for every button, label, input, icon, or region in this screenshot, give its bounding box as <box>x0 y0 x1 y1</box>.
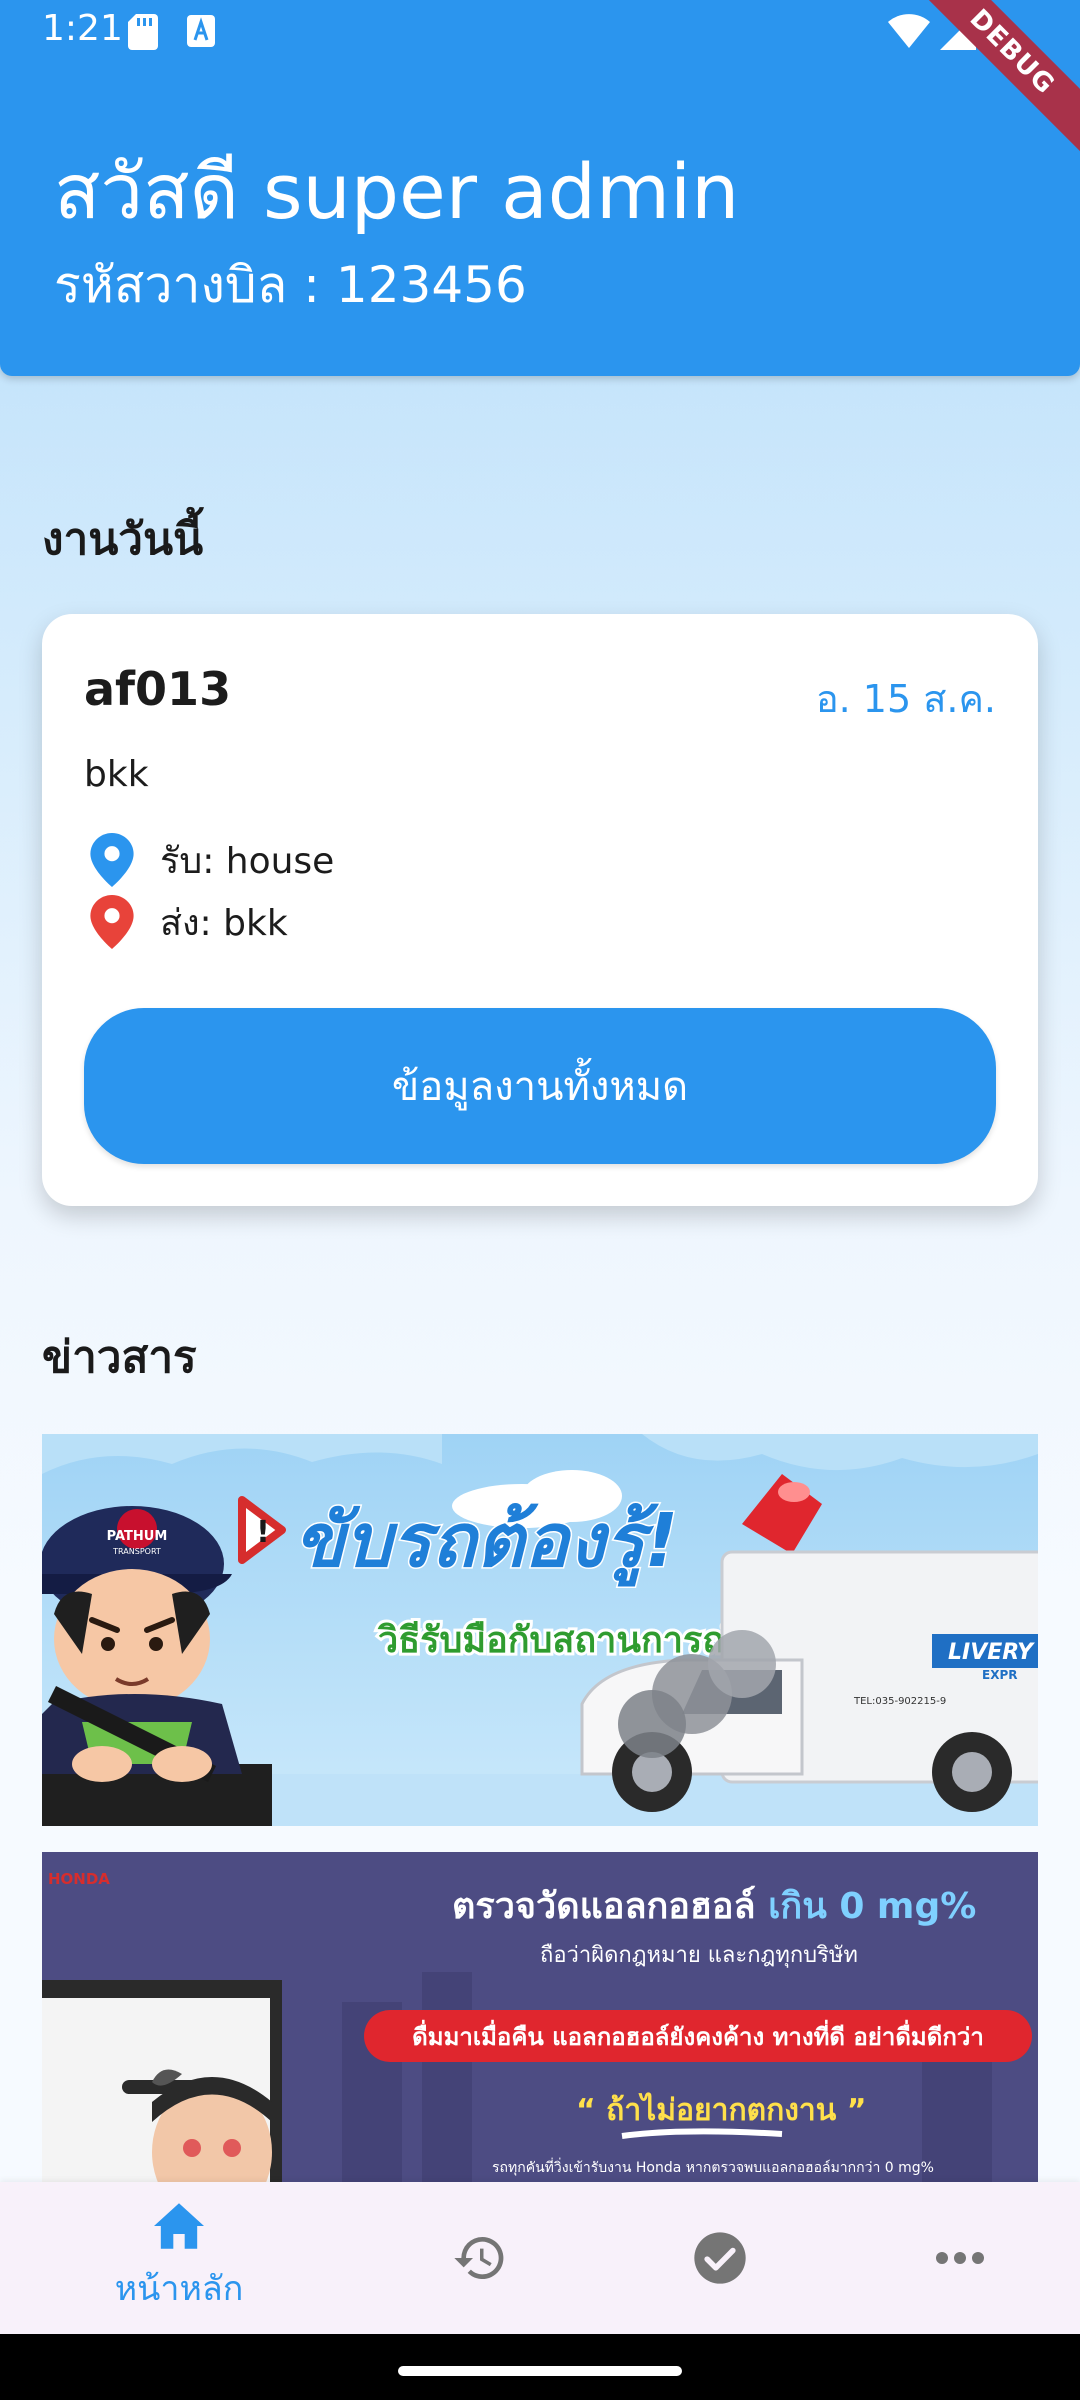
app-header: 1:21 DEBUG สวัสดี super admin รหัสวางบิล… <box>0 0 1080 376</box>
news-section-title: ข่าวสาร <box>42 1332 197 1383</box>
nav-home[interactable]: หน้าหลัก <box>44 2182 314 2334</box>
nav-home-label: หน้าหลัก <box>114 2269 244 2309</box>
banner2-subline: ถือว่าผิดกฎหมาย และกฎทุกบริษัท <box>540 1943 858 1968</box>
all-jobs-button[interactable]: ข้อมูลงานทั้งหมด <box>84 1008 996 1164</box>
news-banner-driving-tips[interactable]: PATHUM TRANSPORT ! ขับรถต้องรู้! วิธีรับ… <box>42 1434 1038 1826</box>
banner2-quote: “ ถ้าไม่อยากตกงาน ” <box>576 2092 866 2128</box>
wifi-icon <box>888 14 930 48</box>
home-gesture-handle[interactable] <box>398 2366 682 2376</box>
banner1-headline: ขับรถต้องรู้! <box>294 1498 678 1587</box>
banner2-headline-highlight: เกิน 0 mg% <box>768 1886 976 1927</box>
job-date: อ. 15 ส.ค. <box>815 677 996 721</box>
nav-completed[interactable] <box>585 2182 855 2334</box>
truck-phone: TEL:035-902215-9 <box>853 1696 946 1707</box>
check-circle-icon <box>694 2232 746 2284</box>
banner2-logo: HONDA <box>48 1870 110 1888</box>
banner2-pill-text: ดื่มมาเมื่อคืน แอลกอฮอล์ยังคงค้าง ทางที่… <box>412 2019 984 2051</box>
keyboard-a-icon <box>187 15 215 47</box>
banner2-headline: ตรวจวัดแอลกอฮอล์ เกิน 0 mg% <box>452 1885 976 1927</box>
banner-illustration: HONDA ตรวจวัดแอลกอฮอล์ เกิน 0 mg% ถือว่า… <box>42 1852 1038 2182</box>
banner2-footer: รถทุกคันที่วิ่งเข้ารับงาน Honda หากตรวจพ… <box>492 2158 934 2176</box>
billing-code: รหัสวางบิล : 123456 <box>54 256 527 314</box>
nav-more[interactable] <box>825 2182 1080 2334</box>
status-time: 1:21 <box>42 8 123 49</box>
news-banner-alcohol-check[interactable]: HONDA ตรวจวัดแอลกอฮอล์ เกิน 0 mg% ถือว่า… <box>42 1852 1038 2182</box>
pickup-pin-icon <box>90 833 134 887</box>
today-section-title: งานวันนี้ <box>42 514 204 565</box>
svg-text:!: ! <box>256 1515 270 1550</box>
home-icon <box>154 2203 204 2249</box>
dropoff-pin-icon <box>90 895 134 949</box>
more-horizontal-icon <box>936 2252 984 2264</box>
sd-card-icon <box>128 14 158 50</box>
job-card[interactable]: af013 อ. 15 ส.ค. bkk รับ: house ส่ง: bkk… <box>42 614 1038 1206</box>
status-bar: 1:21 <box>0 0 1080 64</box>
pickup-text: รับ: house <box>160 840 335 882</box>
banner2-headline-part: ตรวจวัดแอลกอฮอล์ <box>452 1885 768 1927</box>
job-destination: bkk <box>84 754 149 795</box>
system-gesture-bar <box>0 2334 1080 2400</box>
greeting-text: สวัสดี super admin <box>54 147 740 236</box>
nav-history[interactable] <box>345 2182 615 2334</box>
truck-text: LIVERY <box>948 1640 1035 1665</box>
truck-text-sub: EXPR <box>982 1668 1017 1682</box>
dropoff-text: ส่ง: bkk <box>160 902 288 944</box>
job-id: af013 <box>84 662 232 716</box>
cap-brand-sub: TRANSPORT <box>112 1547 161 1556</box>
history-icon <box>454 2237 504 2279</box>
pickup-row: รับ: house <box>90 832 334 888</box>
dropoff-row: ส่ง: bkk <box>90 894 288 950</box>
cap-brand: PATHUM <box>107 1529 168 1544</box>
banner-illustration: PATHUM TRANSPORT ! ขับรถต้องรู้! วิธีรับ… <box>42 1434 1038 1826</box>
bottom-navigation: หน้าหลัก <box>0 2182 1080 2334</box>
